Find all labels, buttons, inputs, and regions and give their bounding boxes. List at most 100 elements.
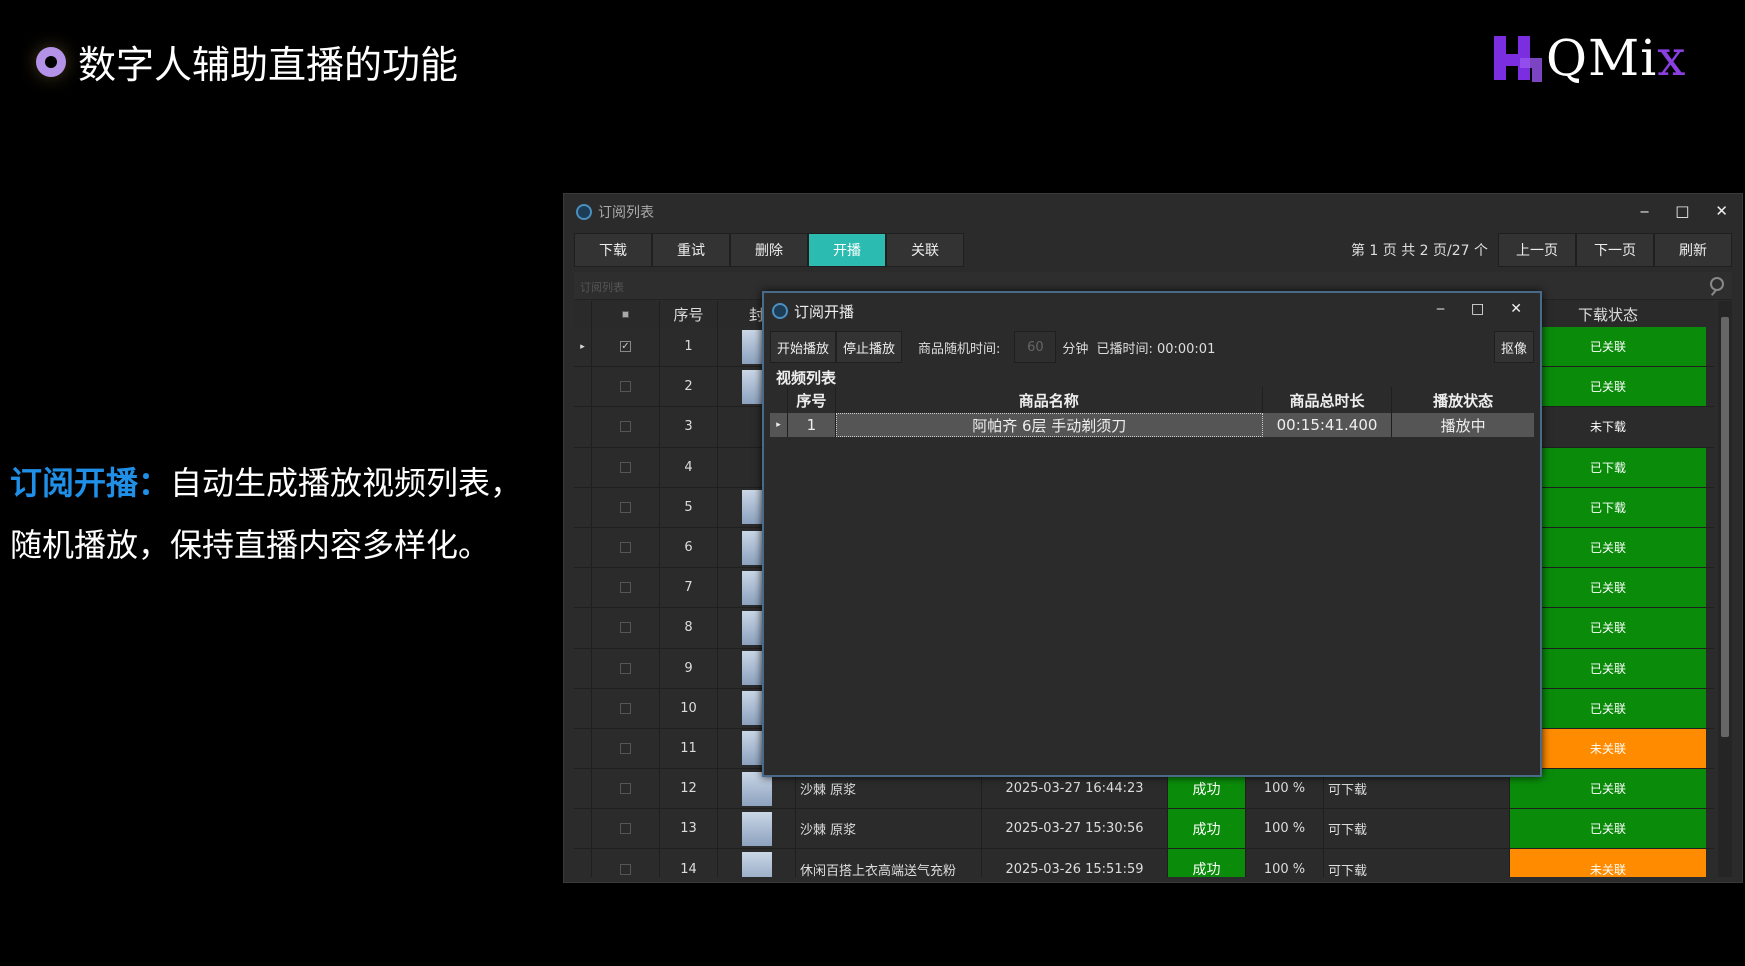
- link-button[interactable]: 关联: [886, 233, 964, 267]
- prev-page-button[interactable]: 上一页: [1498, 233, 1576, 267]
- video-column-state[interactable]: 播放状态: [1392, 387, 1534, 413]
- feature-desc-line2: 随机播放，保持直播内容多样化。: [10, 526, 491, 564]
- table-row[interactable]: 14 休闲百搭上衣高端送气充粉 2025-03-26 15:51:59 成功 100 %…: [574, 849, 1714, 877]
- row-checkbox[interactable]: [592, 809, 660, 849]
- logo-mark-icon: [1494, 36, 1542, 82]
- row-checkbox[interactable]: [592, 608, 660, 648]
- minimize-icon[interactable]: ‒: [1640, 202, 1650, 220]
- row-checkbox[interactable]: [592, 407, 660, 447]
- video-row-index: 1: [788, 413, 836, 437]
- minute-label: 分钟: [1062, 341, 1089, 357]
- row-index: 2: [660, 367, 718, 407]
- row-status[interactable]: 未关联: [1510, 849, 1706, 877]
- matting-button[interactable]: 抠像: [1493, 331, 1534, 363]
- row-index: 7: [660, 568, 718, 608]
- row-index: 1: [660, 327, 718, 367]
- video-header-arrow: [770, 387, 788, 413]
- table-scrollbar[interactable]: [1718, 301, 1732, 877]
- row-checkbox[interactable]: [592, 487, 660, 527]
- delete-button[interactable]: 删除: [730, 233, 808, 267]
- header-arrow-cell: [574, 301, 592, 327]
- row-index: 14: [660, 849, 718, 877]
- column-header-index[interactable]: 序号: [660, 301, 718, 327]
- row-checkbox[interactable]: [592, 648, 660, 688]
- start-play-button[interactable]: 开始播放: [770, 331, 837, 363]
- video-column-index[interactable]: 序号: [788, 387, 836, 413]
- row-percent: 100 %: [1246, 849, 1324, 877]
- row-checkbox[interactable]: [592, 728, 660, 769]
- row-checkbox[interactable]: [592, 688, 660, 728]
- row-index: 9: [660, 648, 718, 688]
- row-pointer-icon: [574, 769, 592, 809]
- retry-button[interactable]: 重试: [652, 233, 730, 267]
- row-pointer-icon: [574, 688, 592, 728]
- video-row[interactable]: ▸ 1 阿帕齐 6层 手动剃须刀 00:15:41.400 播放中: [770, 413, 1534, 437]
- video-table-header: 序号 商品名称 商品总时长 播放状态: [770, 387, 1534, 413]
- row-pointer-icon: [574, 809, 592, 849]
- row-pointer-icon: [574, 487, 592, 527]
- search-icon[interactable]: [1710, 277, 1724, 291]
- row-pointer-icon: [574, 568, 592, 608]
- video-column-duration[interactable]: 商品总时长: [1263, 387, 1393, 413]
- row-index: 4: [660, 447, 718, 487]
- window-title: 订阅列表: [598, 205, 654, 221]
- row-pointer-icon: ▸: [574, 327, 592, 367]
- refresh-button[interactable]: 刷新: [1654, 233, 1732, 267]
- row-index: 10: [660, 688, 718, 728]
- dialog-controls: ‒ □ ✕: [1436, 301, 1522, 317]
- dialog-maximize-icon[interactable]: □: [1471, 301, 1484, 317]
- window-titlebar: 订阅列表: [564, 194, 1742, 230]
- pager: 第 1 页 共 2 页/27 个 上一页 下一页 刷新: [1351, 233, 1732, 267]
- feature-highlight: 订阅开播：: [10, 464, 171, 502]
- row-index: 3: [660, 407, 718, 447]
- maximize-icon[interactable]: □: [1675, 202, 1689, 220]
- row-downloadable: 可下载: [1324, 849, 1510, 877]
- row-result: 成功: [1168, 809, 1246, 849]
- played-time-label: 已播时间: 00:00:01: [1096, 341, 1216, 357]
- next-page-button[interactable]: 下一页: [1576, 233, 1654, 267]
- feature-desc-line1: 自动生成播放视频列表，: [170, 464, 523, 502]
- scrollbar-thumb[interactable]: [1721, 317, 1729, 737]
- row-pointer-icon: [574, 648, 592, 688]
- start-live-button[interactable]: 开播: [808, 233, 886, 267]
- random-time-label: 商品随机时间:: [918, 341, 1001, 357]
- row-checkbox[interactable]: [592, 568, 660, 608]
- slide-title-text: 数字人辅助直播的功能: [78, 43, 459, 87]
- row-pointer-icon: [574, 447, 592, 487]
- row-checkbox[interactable]: [592, 447, 660, 487]
- slide-title: 数字人辅助直播的功能: [36, 34, 458, 89]
- table-row[interactable]: 13 沙棘 原浆 2025-03-27 15:30:56 成功 100 % 可下载 已关联: [574, 809, 1714, 850]
- stop-play-button[interactable]: 停止播放: [836, 331, 903, 363]
- page-info: 第 1 页 共 2 页/27 个: [1350, 243, 1488, 259]
- bullet-icon: [36, 46, 66, 77]
- row-checkbox[interactable]: [592, 769, 660, 809]
- dialog-minimize-icon[interactable]: ‒: [1436, 301, 1445, 317]
- dialog-titlebar: 订阅开播: [764, 293, 1540, 329]
- row-checkbox[interactable]: [592, 367, 660, 407]
- video-row-name[interactable]: 阿帕齐 6层 手动剃须刀: [835, 413, 1263, 437]
- video-list-table: 序号 商品名称 商品总时长 播放状态 ▸ 1 阿帕齐 6层 手动剃须刀 00:1…: [770, 387, 1534, 769]
- row-checkbox[interactable]: [592, 327, 660, 367]
- row-status[interactable]: 已关联: [1510, 809, 1706, 849]
- video-column-name[interactable]: 商品名称: [836, 387, 1263, 413]
- video-row-state: 播放中: [1440, 416, 1486, 435]
- download-button[interactable]: 下载: [574, 233, 652, 267]
- random-time-input[interactable]: 60: [1014, 331, 1057, 363]
- app-icon: [576, 204, 592, 220]
- row-checkbox[interactable]: [592, 527, 660, 568]
- row-pointer-icon: [574, 367, 592, 407]
- row-pointer-icon: [574, 608, 592, 648]
- row-name: 沙棘 原浆: [796, 809, 982, 849]
- select-all-checkbox[interactable]: [592, 301, 660, 327]
- row-cover-thumbnail: [718, 809, 796, 849]
- row-checkbox[interactable]: [592, 849, 660, 877]
- video-row-duration: 00:15:41.400: [1263, 413, 1393, 437]
- video-list-title: 视频列表: [776, 369, 837, 387]
- row-downloadable: 可下载: [1324, 809, 1510, 849]
- row-time: 2025-03-27 15:30:56: [982, 809, 1168, 849]
- dialog-close-icon[interactable]: ✕: [1510, 301, 1522, 317]
- row-name: 休闲百搭上衣高端送气充粉: [796, 849, 982, 877]
- row-time: 2025-03-26 15:51:59: [982, 849, 1168, 877]
- close-icon[interactable]: ✕: [1715, 202, 1728, 220]
- toolbar: 下载 重试 删除 开播 关联 第 1 页 共 2 页/27 个 上一页 下一页 …: [574, 233, 1732, 267]
